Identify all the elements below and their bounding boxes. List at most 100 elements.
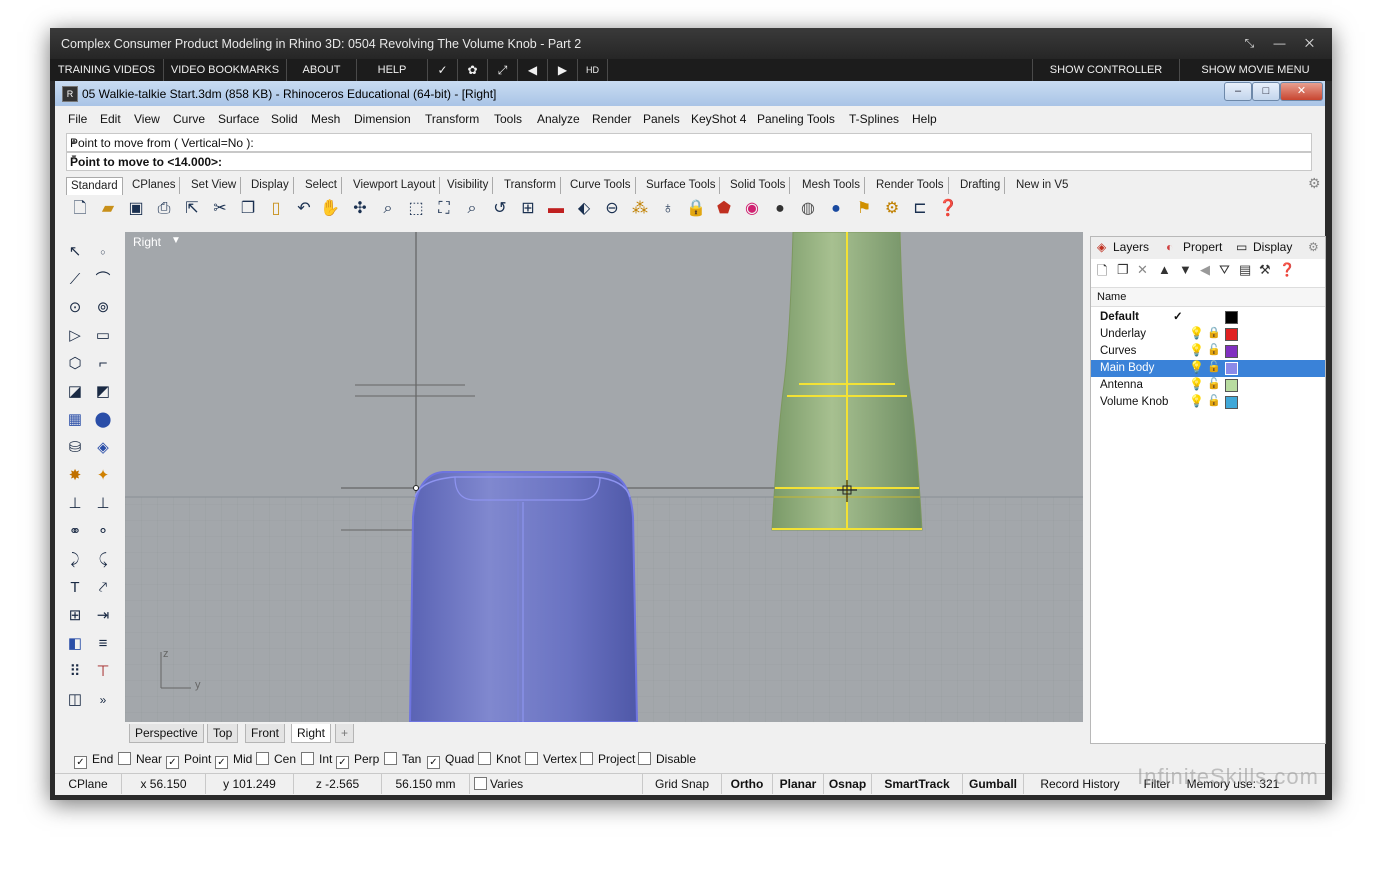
help-icon[interactable]: ❓ <box>938 198 958 220</box>
gear-icon[interactable]: ⚙ <box>1308 175 1321 192</box>
video-bookmarks-menu[interactable]: VIDEO BOOKMARKS <box>164 59 287 81</box>
layer-color-swatch[interactable] <box>1225 345 1238 358</box>
menu-render[interactable]: Render <box>592 112 631 126</box>
minimize-button[interactable]: – <box>1224 82 1252 101</box>
tab-cplanes[interactable]: CPlanes <box>128 177 181 194</box>
more-tools-icon[interactable]: » <box>92 689 114 711</box>
osnap-knot[interactable]: Knot <box>478 752 521 766</box>
checkbox-checked-icon[interactable]: ✓ <box>336 756 349 769</box>
tab-render-tools[interactable]: Render Tools <box>872 177 949 194</box>
rotate-view-icon[interactable]: ✣ <box>350 198 370 220</box>
array-icon[interactable]: ⊞ <box>64 605 86 627</box>
checkbox-unchecked-icon[interactable] <box>525 752 538 765</box>
lock-open-icon[interactable]: 🔓 <box>1207 394 1221 407</box>
checkmark-icon[interactable]: ✓ <box>428 59 458 81</box>
panel-gear-icon[interactable]: ⚙ <box>1308 240 1319 254</box>
menu-view[interactable]: View <box>134 112 160 126</box>
tools-icon[interactable]: ⚒ <box>1259 262 1271 278</box>
layer-color-swatch[interactable] <box>1225 362 1238 375</box>
osnap-point[interactable]: ✓ Point <box>166 752 211 769</box>
osnap-end[interactable]: ✓ End <box>74 752 113 769</box>
checkbox-unchecked-icon[interactable] <box>478 752 491 765</box>
osnap-quad[interactable]: ✓ Quad <box>427 752 474 769</box>
osnap-cen[interactable]: Cen <box>256 752 296 766</box>
tab-standard[interactable]: Standard <box>66 177 123 195</box>
grid-snap-toggle[interactable]: Grid Snap <box>643 774 722 794</box>
checkbox-checked-icon[interactable]: ✓ <box>166 756 179 769</box>
osnap-project[interactable]: Project <box>580 752 635 766</box>
cplane-icon[interactable]: ⊖ <box>602 198 622 220</box>
ungroup-icon[interactable]: ⚬ <box>92 521 114 543</box>
cylinder-icon[interactable]: ⛁ <box>64 437 86 459</box>
new-file-icon[interactable]: 🗋 <box>70 198 90 220</box>
layer-row[interactable]: Curves 💡 🔓 <box>1091 343 1325 360</box>
transform-icon[interactable]: ✸ <box>64 465 86 487</box>
options-gear-icon[interactable]: ⚙ <box>882 198 902 220</box>
add-viewport-icon[interactable]: + <box>335 724 355 743</box>
osnap-toggle[interactable]: Osnap <box>824 774 872 794</box>
polyline-icon[interactable]: ⟋ <box>64 269 86 291</box>
menu-transform[interactable]: Transform <box>425 112 479 126</box>
lock-icon[interactable]: 🔒 <box>686 198 706 220</box>
car-icon[interactable]: ▬ <box>546 198 566 220</box>
select-icon[interactable]: ⬖ <box>574 198 594 220</box>
record-history-toggle[interactable]: Record History <box>1035 774 1125 794</box>
curve-icon[interactable]: ⌒ <box>92 269 114 291</box>
layer-row[interactable]: Antenna 💡 🔓 <box>1091 377 1325 394</box>
color-wheel-icon[interactable]: ◉ <box>742 198 762 220</box>
tab-viewport-layout[interactable]: Viewport Layout <box>349 177 441 194</box>
menu-keyshot[interactable]: KeyShot 4 <box>691 112 746 126</box>
move-down-icon[interactable]: ▼ <box>1179 262 1192 277</box>
save-icon[interactable]: ▣ <box>126 198 146 220</box>
light-bulb-on-icon[interactable]: 💡 <box>1189 377 1204 391</box>
command-prompt[interactable]: Point to move to <14.000>: ▼ <box>66 152 1312 171</box>
show-controller-button[interactable]: SHOW CONTROLLER <box>1032 59 1180 81</box>
menu-file[interactable]: File <box>68 112 87 126</box>
osnap-mid[interactable]: ✓ Mid <box>215 752 252 769</box>
tab-set-view[interactable]: Set View <box>187 177 242 194</box>
delete-layer-icon[interactable]: ✕ <box>1137 262 1148 278</box>
checkbox-checked-icon[interactable]: ✓ <box>74 756 87 769</box>
layer-color-swatch[interactable] <box>1225 379 1238 392</box>
extrude-icon[interactable]: ◩ <box>92 381 114 403</box>
open-folder-icon[interactable]: ▰ <box>98 198 118 220</box>
blend-icon[interactable]: ⤹ <box>92 549 114 571</box>
about-menu[interactable]: ABOUT <box>287 59 357 81</box>
lock-closed-icon[interactable]: 🔒 <box>1207 326 1221 339</box>
render-sphere-icon[interactable]: ● <box>826 198 846 220</box>
copy-icon[interactable]: ❐ <box>238 198 258 220</box>
fillet-curve-icon[interactable]: ⌐ <box>92 353 114 375</box>
tab-new-in-v5[interactable]: New in V5 <box>1012 177 1072 194</box>
scroll-up-icon[interactable]: ▲ <box>70 136 1308 145</box>
checkbox-checked-icon[interactable]: ✓ <box>427 756 440 769</box>
undo-view-icon[interactable]: ↺ <box>490 198 510 220</box>
lock-open-icon[interactable]: 🔓 <box>1207 343 1221 356</box>
right-viewport[interactable]: Right ▼ z y <box>125 232 1083 722</box>
solid-box-icon[interactable]: ◧ <box>64 633 86 655</box>
group-icon[interactable]: ⚭ <box>64 521 86 543</box>
rectangle-icon[interactable]: ▭ <box>92 325 114 347</box>
new-layer-icon[interactable]: 🗋 <box>1097 262 1107 284</box>
boolean-icon[interactable]: ⬤ <box>92 409 114 431</box>
tab-mesh-tools[interactable]: Mesh Tools <box>798 177 865 194</box>
maximize-button[interactable]: □ <box>1252 82 1280 101</box>
settings-icon[interactable]: ✿ <box>458 59 488 81</box>
tab-display-panel[interactable]: Display <box>1253 240 1292 254</box>
layer-help-icon[interactable]: ❓ <box>1279 262 1295 278</box>
trim-icon[interactable]: ⊥ <box>92 493 114 515</box>
menu-analyze[interactable]: Analyze <box>537 112 580 126</box>
tab-perspective[interactable]: Perspective <box>129 724 204 743</box>
zoom-window-icon[interactable]: ⬚ <box>406 198 426 220</box>
ortho-toggle[interactable]: Ortho <box>722 774 773 794</box>
smarttrack-toggle[interactable]: SmartTrack <box>872 774 963 794</box>
pan-hand-icon[interactable]: ✋ <box>320 198 340 220</box>
show-movie-menu-button[interactable]: SHOW MOVIE MENU <box>1179 59 1332 81</box>
tab-front[interactable]: Front <box>245 724 286 743</box>
arc-icon[interactable]: ▷ <box>64 325 86 347</box>
grid-lines-icon[interactable]: ≡ <box>92 633 114 655</box>
menu-mesh[interactable]: Mesh <box>311 112 340 126</box>
next-icon[interactable]: ▶ <box>548 59 578 81</box>
planar-toggle[interactable]: Planar <box>773 774 824 794</box>
menu-panels[interactable]: Panels <box>643 112 680 126</box>
zoom-selected-icon[interactable]: ⌕ <box>462 198 482 220</box>
